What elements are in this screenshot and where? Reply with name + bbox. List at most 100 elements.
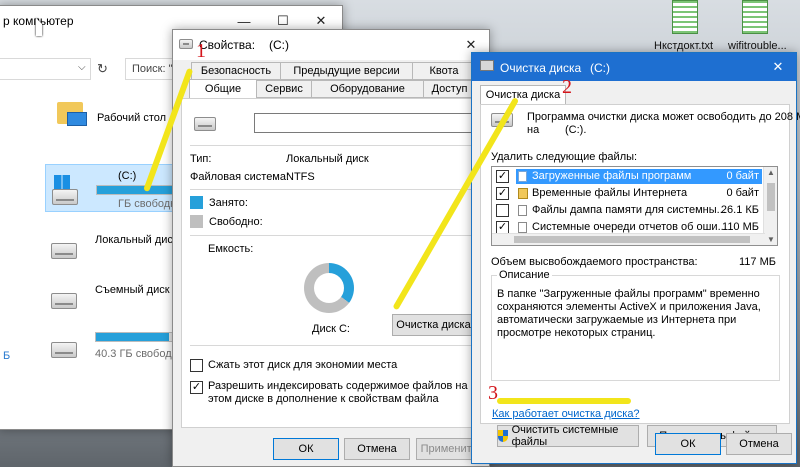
tab-previous-versions[interactable]: Предыдущие версии bbox=[280, 62, 413, 80]
tab-quota[interactable]: Квота bbox=[412, 62, 476, 80]
clean-system-files-label: Очистить системные файлы bbox=[511, 424, 619, 448]
file-checkbox[interactable]: ✓ bbox=[496, 170, 509, 183]
divider bbox=[190, 345, 474, 346]
filesystem-value: NTFS bbox=[286, 171, 315, 183]
list-item[interactable]: ✓ Загруженные файлы программ 0 байт bbox=[492, 169, 763, 184]
file-name: Системные очереди отчетов об оши... bbox=[532, 221, 727, 233]
clean-system-files-button[interactable]: Очистить системные файлы bbox=[497, 424, 639, 448]
drive-usage-fill bbox=[96, 333, 170, 341]
windows-logo-icon bbox=[54, 175, 70, 189]
used-label: Занято: bbox=[209, 197, 248, 209]
free-label: Свободно: bbox=[209, 216, 263, 228]
compress-label: Сжать этот диск для экономии места bbox=[208, 359, 398, 371]
left-pane-number: Б bbox=[3, 350, 11, 362]
drive-icon bbox=[194, 117, 216, 131]
divider bbox=[190, 145, 474, 146]
delete-files-label: Удалить следующие файлы: bbox=[491, 151, 638, 163]
list-scrollbar[interactable]: ▲ ▼ bbox=[763, 167, 777, 245]
disk-label: Диск С: bbox=[312, 323, 350, 335]
used-color-swatch bbox=[190, 196, 203, 209]
scroll-down-arrow[interactable]: ▼ bbox=[767, 235, 775, 244]
drive-icon bbox=[52, 189, 78, 205]
tab-general[interactable]: Общие bbox=[189, 79, 257, 99]
ok-button[interactable]: ОК bbox=[655, 433, 721, 455]
filesystem-label: Файловая система: bbox=[190, 171, 290, 183]
cleanup-panel: Программа очистки диска может освободить… bbox=[480, 104, 800, 448]
file-name: Временные файлы Интернета bbox=[532, 187, 688, 199]
cleanup-titlebar: Очистка диска (C:) bbox=[472, 53, 796, 81]
drive-name: (C:) bbox=[118, 170, 137, 182]
close-button[interactable]: ✕ bbox=[760, 53, 796, 81]
file-name: Загруженные файлы программ bbox=[532, 170, 692, 182]
general-panel: Тип: Локальный диск Файловая система: NT… bbox=[181, 98, 483, 428]
ok-button[interactable]: ОК bbox=[273, 438, 339, 460]
file-size: 0 байт bbox=[726, 187, 759, 199]
how-it-works-link[interactable]: Как работает очистка диска? bbox=[492, 408, 640, 420]
drive-icon bbox=[51, 293, 77, 309]
desktop-icon-txt[interactable]: Нкстдокт.txt bbox=[650, 0, 725, 52]
tab-security[interactable]: Безопасность bbox=[191, 62, 281, 80]
divider bbox=[190, 235, 474, 236]
file-checkbox[interactable]: ✓ bbox=[496, 187, 509, 200]
file-size: 110 МБ bbox=[722, 221, 759, 233]
files-list[interactable]: ✓ Загруженные файлы программ 0 байт ✓ Вр… bbox=[491, 166, 778, 246]
scroll-thumb[interactable] bbox=[767, 183, 775, 211]
tab-hardware[interactable]: Оборудование bbox=[311, 80, 424, 98]
text-file-icon bbox=[742, 0, 768, 34]
dropdown-icon[interactable]: ⌵ bbox=[78, 62, 86, 73]
compress-checkbox[interactable] bbox=[190, 359, 203, 372]
file-size: 0 байт bbox=[726, 170, 759, 182]
hscroll-thumb[interactable] bbox=[514, 236, 750, 243]
total-value: 117 МБ bbox=[739, 256, 776, 268]
intro-drive: (C:). bbox=[565, 124, 587, 136]
file-checkbox[interactable] bbox=[496, 204, 509, 217]
description-text: В папке "Загруженные файлы программ" вре… bbox=[497, 288, 761, 339]
tab-disk-cleanup[interactable]: Очистка диска bbox=[480, 85, 566, 105]
drive-free-text: 40.3 ГБ свободно bbox=[95, 348, 184, 360]
list-hscrollbar[interactable] bbox=[492, 233, 765, 245]
refresh-icon[interactable]: ↻ bbox=[97, 61, 108, 77]
intro-line1: Программа очистки диска может освободить… bbox=[527, 111, 800, 123]
file-name: Файлы дампа памяти для системны... bbox=[532, 204, 726, 216]
intro-line2: на bbox=[527, 124, 540, 136]
scroll-up-arrow[interactable]: ▲ bbox=[767, 168, 775, 177]
description-title: Описание bbox=[497, 269, 552, 281]
search-placeholder: Поиск: " bbox=[132, 63, 173, 75]
annotation-line-3 bbox=[497, 398, 631, 404]
desktop-icon-wifi[interactable]: wifitrouble... bbox=[726, 0, 800, 52]
index-checkbox[interactable]: ✓ bbox=[190, 381, 203, 394]
cleanup-title-drive: (C:) bbox=[590, 61, 610, 75]
file-type-icon bbox=[518, 171, 527, 182]
drive-icon bbox=[51, 342, 77, 358]
drive-free-text: ГБ свободн bbox=[118, 198, 177, 210]
tab-sharing[interactable]: Доступ bbox=[423, 80, 476, 98]
file-type-icon bbox=[518, 205, 527, 216]
type-label: Тип: bbox=[190, 153, 212, 165]
folder-label: Рабочий стол bbox=[97, 112, 167, 124]
list-item[interactable]: Файлы дампа памяти для системны... 26.1 … bbox=[492, 203, 763, 218]
cancel-button[interactable]: Отмена bbox=[726, 433, 792, 455]
shield-icon bbox=[498, 430, 508, 442]
disk-usage-donut bbox=[304, 263, 354, 313]
properties-title-drive: (C:) bbox=[269, 38, 289, 52]
mouse-cursor-icon bbox=[36, 18, 42, 36]
text-file-icon bbox=[672, 0, 698, 34]
drive-name: Локальный диск bbox=[95, 234, 178, 246]
type-value: Локальный диск bbox=[286, 153, 369, 165]
properties-window: Свойства: (C:) ✕ Безопасность Предыдущие… bbox=[172, 29, 490, 467]
drive-name: Съемный диск bbox=[95, 284, 170, 296]
tab-service[interactable]: Сервис bbox=[256, 80, 312, 98]
properties-title: Свойства: bbox=[199, 38, 256, 52]
drive-label-input[interactable] bbox=[254, 113, 474, 133]
desktop-icon-label: wifitrouble... bbox=[728, 40, 787, 52]
annotation-number-1: 1 bbox=[196, 40, 206, 62]
properties-titlebar: Свойства: (C:) bbox=[173, 30, 489, 60]
drive-icon bbox=[179, 39, 193, 49]
divider bbox=[190, 189, 474, 190]
file-type-icon bbox=[518, 222, 527, 233]
disk-cleanup-button[interactable]: Очистка диска bbox=[392, 314, 475, 336]
list-item[interactable]: ✓ Временные файлы Интернета 0 байт bbox=[492, 186, 763, 201]
free-color-swatch bbox=[190, 215, 203, 228]
cancel-button[interactable]: Отмена bbox=[344, 438, 410, 460]
total-label: Объем высвобождаемого пространства: bbox=[491, 256, 698, 268]
